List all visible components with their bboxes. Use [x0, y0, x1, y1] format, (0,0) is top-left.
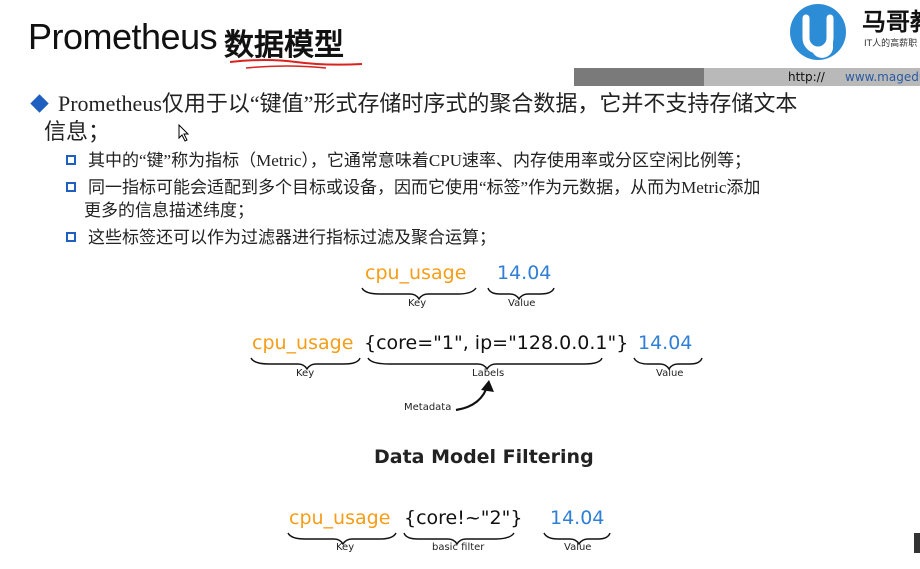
diagram-braces — [250, 287, 703, 546]
metadata-caption: Metadata — [404, 402, 452, 413]
row2-key: cpu_usage — [252, 332, 354, 354]
row3-filter-caption: basic filter — [432, 542, 485, 553]
row1-value-caption: Value — [508, 298, 536, 309]
filter-title: Data Model Filtering — [374, 446, 594, 468]
row3-filter: {core!~"2"} — [404, 507, 523, 529]
row2-value: 14.04 — [638, 332, 693, 354]
row3-value: 14.04 — [550, 507, 605, 529]
row2-labels-caption: Labels — [472, 368, 505, 379]
row3-key: cpu_usage — [289, 507, 391, 529]
row2-value-caption: Value — [656, 368, 684, 379]
row3-key-caption: Key — [336, 542, 355, 553]
row1-key-caption: Key — [408, 298, 427, 309]
row2-labels: {core="1", ip="128.0.0.1"} — [364, 332, 629, 354]
row2-key-caption: Key — [296, 368, 315, 379]
side-scroll-handle[interactable] — [914, 533, 920, 553]
row3-value-caption: Value — [564, 542, 592, 553]
